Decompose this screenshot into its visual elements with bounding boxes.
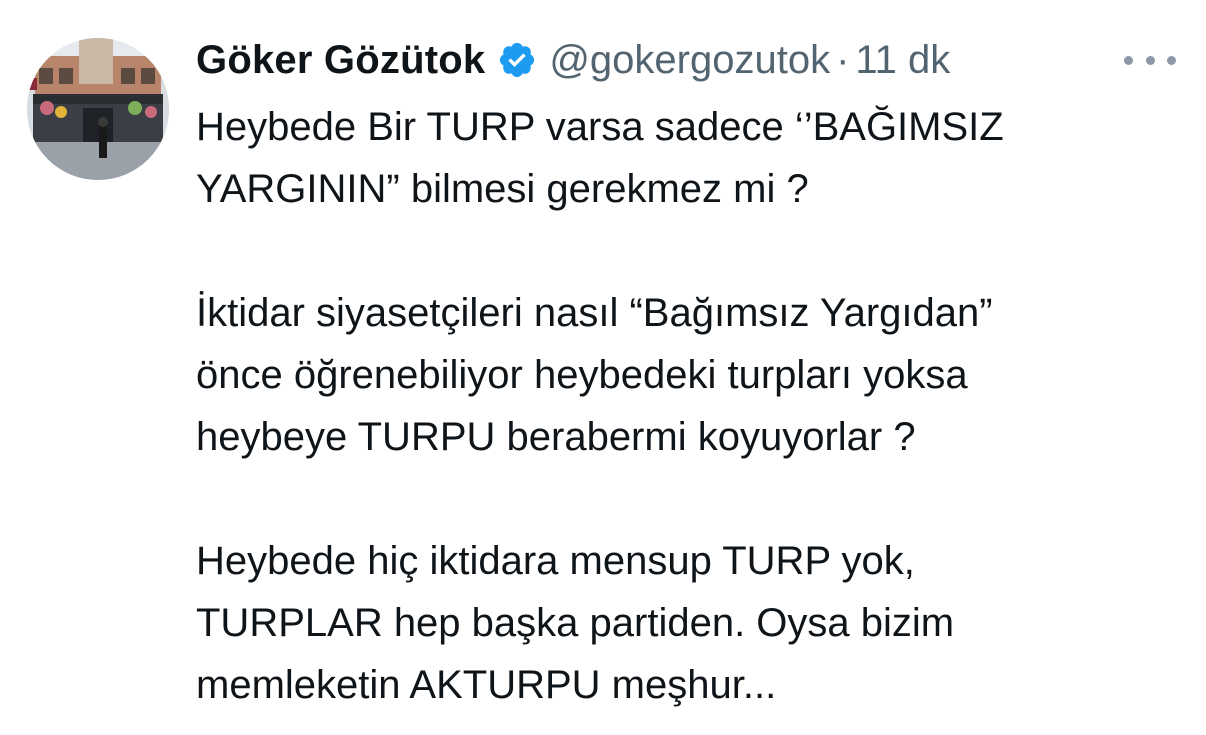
avatar-photo <box>27 38 169 180</box>
display-name[interactable]: Göker Gözütok <box>196 38 485 83</box>
tweet-paragraph: Heybede hiç iktidara mensup TURP yok, TU… <box>196 539 955 707</box>
timestamp[interactable]: 11 dk <box>855 38 950 83</box>
tweet-paragraph: Heybede Bir TURP varsa sadece ‘’BAĞIMSIZ… <box>196 105 1004 211</box>
more-options-icon[interactable] <box>1124 46 1176 74</box>
more-dot <box>1124 55 1133 65</box>
user-handle[interactable]: @gokergozutok <box>549 38 830 83</box>
tweet-header: Göker Gözütok @gokergozutok · 11 dk <box>196 32 950 88</box>
tweet-paragraph: İktidar siyasetçileri nasıl “Bağımsız Ya… <box>196 291 993 459</box>
avatar[interactable] <box>27 38 169 180</box>
more-dot <box>1167 55 1176 65</box>
verified-badge-icon[interactable] <box>497 40 537 80</box>
tweet[interactable]: Göker Gözütok @gokergozutok · 11 dk Heyb… <box>0 0 1206 735</box>
tweet-text: Heybede Bir TURP varsa sadece ‘’BAĞIMSIZ… <box>196 96 1186 716</box>
more-dot <box>1145 55 1155 65</box>
separator-dot: · <box>836 37 850 82</box>
